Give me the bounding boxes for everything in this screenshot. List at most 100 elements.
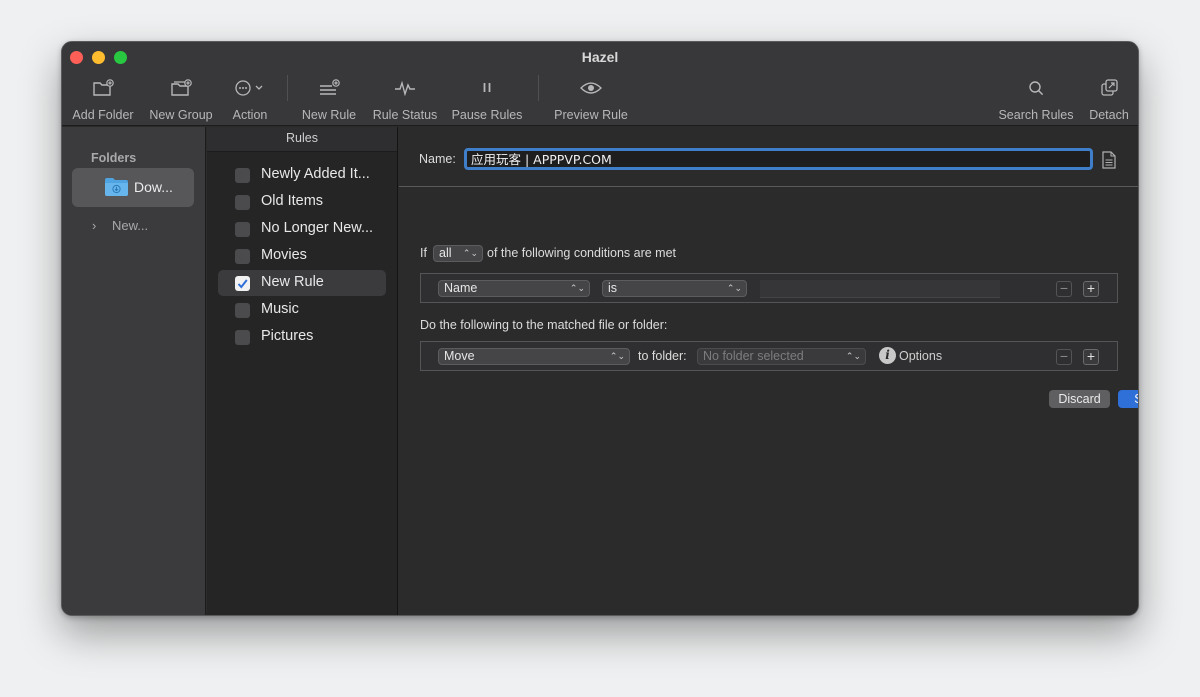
rule-row[interactable]: Old Items xyxy=(218,189,386,215)
rule-status-button[interactable]: Rule Status xyxy=(367,78,443,124)
action-verb-value: Move xyxy=(444,349,475,363)
rule-name-input[interactable]: 应用玩客 | APPPVP.COM xyxy=(464,148,1093,170)
rule-label: Old Items xyxy=(261,193,324,209)
folder-select-placeholder: No folder selected xyxy=(703,349,804,363)
chevron-right-icon[interactable]: › xyxy=(92,218,112,233)
rule-label: Newly Added It... xyxy=(261,166,370,182)
pause-rules-label: Pause Rules xyxy=(451,108,523,122)
condition-value-input[interactable] xyxy=(760,280,1000,298)
condition-operator-value: is xyxy=(608,281,618,295)
search-rules-label: Search Rules xyxy=(998,108,1074,122)
rule-enabled-checkbox[interactable] xyxy=(235,303,250,318)
action-row: Move ⌃⌄ to folder: No folder selected ⌃⌄ i… xyxy=(420,341,1118,371)
eye-icon xyxy=(549,78,633,100)
remove-condition-button[interactable]: − xyxy=(1056,281,1072,297)
folders-sidebar: Folders Dow... › New... xyxy=(62,127,206,615)
sidebar-item-downloads[interactable]: Dow... xyxy=(72,168,194,207)
checkmark-icon xyxy=(237,279,248,289)
preview-rule-label: Preview Rule xyxy=(554,108,628,122)
condition-attribute-select[interactable]: Name ⌃⌄ xyxy=(438,280,590,297)
rule-row[interactable]: Pictures xyxy=(218,324,386,350)
new-rule-label: New Rule xyxy=(301,108,357,122)
rule-enabled-checkbox[interactable] xyxy=(235,195,250,210)
preview-rule-button[interactable]: Preview Rule xyxy=(549,78,633,124)
updown-arrow-icon: ⌃⌄ xyxy=(845,351,861,361)
pause-icon xyxy=(447,78,527,100)
detach-icon xyxy=(1082,78,1136,100)
rule-label: Music xyxy=(261,301,299,317)
save-button[interactable]: Save xyxy=(1118,390,1138,408)
search-icon xyxy=(996,78,1076,100)
folder-select[interactable]: No folder selected ⌃⌄ xyxy=(697,348,866,365)
to-folder-label: to folder: xyxy=(638,349,687,363)
name-label: Name: xyxy=(419,152,456,166)
info-icon[interactable]: i xyxy=(879,347,896,364)
rule-editor: Name: 应用玩客 | APPPVP.COM If all ⌃⌄ of the … xyxy=(399,127,1138,615)
add-folder-label: Add Folder xyxy=(72,108,134,122)
folders-header: Folders xyxy=(91,151,137,165)
condition-operator-select[interactable]: is ⌃⌄ xyxy=(602,280,747,297)
rule-enabled-checkbox[interactable] xyxy=(235,249,250,264)
new-rule-button[interactable]: New Rule xyxy=(294,78,364,124)
remove-action-button[interactable]: − xyxy=(1056,349,1072,365)
action-button[interactable]: Action xyxy=(218,78,282,124)
sidebar-item-label: New... xyxy=(112,218,149,233)
new-rule-icon xyxy=(294,78,364,100)
rule-row[interactable]: Newly Added It... xyxy=(218,162,386,188)
rule-label: Movies xyxy=(261,247,307,263)
action-label: Action xyxy=(232,108,268,122)
add-folder-button[interactable]: Add Folder xyxy=(66,78,140,124)
add-folder-icon xyxy=(66,78,140,100)
rule-label: New Rule xyxy=(261,274,324,290)
rule-row[interactable]: Music xyxy=(218,297,386,323)
rule-row[interactable]: Movies xyxy=(218,243,386,269)
updown-arrow-icon: ⌃⌄ xyxy=(609,351,625,361)
action-verb-select[interactable]: Move ⌃⌄ xyxy=(438,348,630,365)
rule-enabled-checkbox[interactable] xyxy=(235,330,250,345)
match-all-select[interactable]: all ⌃⌄ xyxy=(433,245,483,262)
discard-button[interactable]: Discard xyxy=(1049,390,1110,408)
pause-rules-button[interactable]: Pause Rules xyxy=(447,78,527,124)
name-bar: Name: 应用玩客 | APPPVP.COM xyxy=(399,127,1138,187)
rules-list: Rules Newly Added It... Old Items No Lon… xyxy=(207,127,398,615)
rules-header: Rules xyxy=(207,127,397,152)
condition-attribute-value: Name xyxy=(444,281,478,295)
sidebar-item-new[interactable]: › New... xyxy=(92,218,148,233)
match-all-value: all xyxy=(439,246,452,260)
ellipsis-circle-icon xyxy=(218,78,282,100)
rule-enabled-checkbox[interactable] xyxy=(235,222,250,237)
toolbar-separator xyxy=(538,75,539,101)
rule-label: No Longer New... xyxy=(261,220,374,236)
detach-label: Detach xyxy=(1089,108,1129,122)
waveform-icon xyxy=(367,78,443,100)
new-group-button[interactable]: New Group xyxy=(144,78,218,124)
window-title: Hazel xyxy=(581,49,619,65)
new-group-label: New Group xyxy=(149,108,213,122)
conditions-suffix: of the following conditions are met xyxy=(487,246,676,260)
toolbar: Hazel Add Folder New Group Action New Ru… xyxy=(62,42,1138,126)
if-label: If xyxy=(420,246,427,260)
rule-status-label: Rule Status xyxy=(372,108,438,122)
options-label[interactable]: Options xyxy=(899,349,942,363)
add-action-button[interactable]: + xyxy=(1083,349,1099,365)
toolbar-separator xyxy=(287,75,288,101)
conditions-line: If xyxy=(420,246,427,260)
condition-row: Name ⌃⌄ is ⌃⌄ − + xyxy=(420,273,1118,303)
sidebar-item-label: Dow... xyxy=(134,179,173,195)
add-condition-button[interactable]: + xyxy=(1083,281,1099,297)
actions-line: Do the following to the matched file or … xyxy=(420,318,668,332)
rule-label: Pictures xyxy=(261,328,314,344)
rule-enabled-checkbox[interactable] xyxy=(235,168,250,183)
downloads-folder-icon xyxy=(105,178,128,196)
rule-enabled-checkbox[interactable] xyxy=(235,276,250,291)
updown-arrow-icon: ⌃⌄ xyxy=(569,283,585,293)
detach-button[interactable]: Detach xyxy=(1082,78,1136,124)
updown-arrow-icon: ⌃⌄ xyxy=(462,248,478,258)
rule-row[interactable]: No Longer New... xyxy=(218,216,386,242)
updown-arrow-icon: ⌃⌄ xyxy=(726,283,742,293)
hazel-window: Hazel Add Folder New Group Action New Ru… xyxy=(61,41,1139,616)
new-group-icon xyxy=(144,78,218,100)
document-icon[interactable] xyxy=(1102,151,1116,169)
search-rules-button[interactable]: Search Rules xyxy=(996,78,1076,124)
rule-row-selected[interactable]: New Rule xyxy=(218,270,386,296)
